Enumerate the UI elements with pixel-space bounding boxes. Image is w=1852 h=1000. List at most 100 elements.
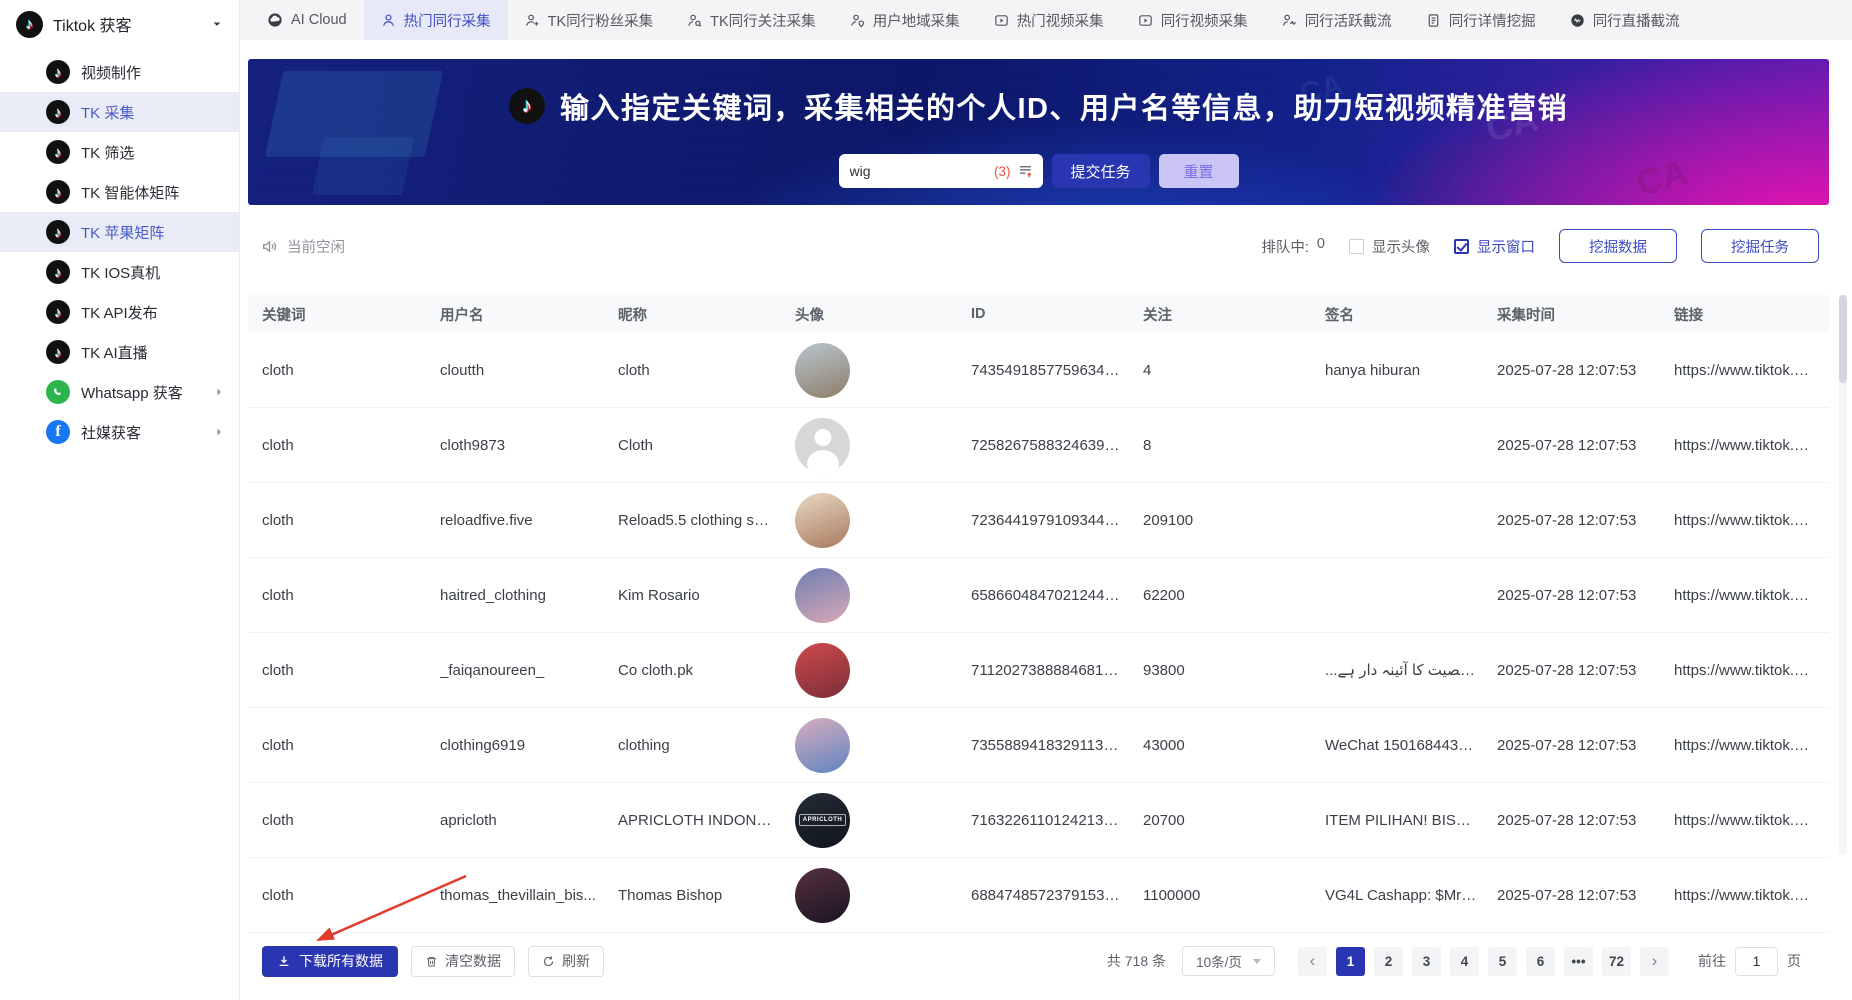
profile-link[interactable]: https://www.tiktok.com... [1674, 512, 1829, 529]
main-content: CA CA CA ♪ 输入指定关键词，采集相关的个人ID、用户名等信息，助力短视… [240, 40, 1852, 1000]
nav-tab[interactable]: 热门视频采集 [977, 0, 1121, 40]
page-button[interactable]: ••• [1564, 946, 1593, 976]
sidebar-item[interactable]: ♪ TK API发布 [0, 292, 239, 332]
sidebar-header[interactable]: ♪ Tiktok 获客 [0, 0, 239, 48]
chevron-down-icon [1252, 958, 1261, 964]
cell-collect-time: 2025-07-28 12:07:53 [1497, 436, 1637, 454]
sidebar-item[interactable]: ♪ TK 采集 [0, 92, 239, 132]
sidebar-item[interactable]: ♪ TK AI直播 [0, 332, 239, 372]
sidebar-item[interactable]: ♪ TK 智能体矩阵 [0, 172, 239, 212]
nav-tab-label: TK同行粉丝采集 [547, 13, 654, 30]
tiktok-icon: ♪ [16, 10, 43, 38]
nav-tab-label: 同行活跃截流 [1304, 13, 1392, 30]
table-row[interactable]: cloth apricloth APRICLOTH INDONE... APRI… [248, 783, 1829, 858]
show-window-checkbox-wrap[interactable]: 显示窗口 [1454, 236, 1535, 257]
tiktok-icon: ♪ [46, 180, 70, 204]
cell-id: 7258267588324639745 [971, 436, 1130, 454]
profile-link[interactable]: https://www.tiktok.com... [1674, 737, 1829, 754]
show-window-checkbox[interactable] [1454, 238, 1469, 254]
nav-tab[interactable]: 同行详情挖掘 [1409, 0, 1553, 40]
cell-avatar [795, 717, 971, 773]
page-button[interactable]: 1 [1336, 946, 1365, 976]
nav-tab[interactable]: 同行活跃截流 [1265, 0, 1409, 40]
table-row[interactable]: cloth cloutth cloth 7435491857759634450 … [248, 333, 1829, 408]
import-icon[interactable] [1017, 163, 1034, 180]
cell-signature: ...سانی شخصیت کا آئینہ دار ہے [1325, 662, 1497, 679]
avatar [795, 492, 850, 548]
cell-id: 7355889418329113642 [971, 736, 1129, 754]
show-avatar-checkbox-wrap[interactable]: 显示头像 [1349, 236, 1430, 257]
show-avatar-checkbox[interactable] [1349, 238, 1364, 254]
table-row[interactable]: cloth reloadfive.five Reload5.5 clothing… [248, 483, 1829, 558]
table-row[interactable]: cloth thomas_thevillain_bis... Thomas Bi… [248, 858, 1829, 933]
cell-nickname: Thomas Bishop [618, 886, 723, 904]
sidebar-item[interactable]: f 社媒获客 [0, 412, 239, 452]
table-row[interactable]: cloth haitred_clothing Kim Rosario 65866… [248, 558, 1829, 633]
profile-link[interactable]: https://www.tiktok.com... [1674, 887, 1829, 904]
nav-tab[interactable]: 用户地域采集 [833, 0, 977, 40]
show-avatar-label: 显示头像 [1372, 239, 1430, 256]
table-row[interactable]: cloth cloth9873 Cloth 725826758832463974… [248, 408, 1829, 483]
cell-nickname: APRICLOTH INDONE... [618, 811, 779, 829]
page-button[interactable]: 6 [1526, 946, 1555, 976]
nav-tab-label: TK同行关注采集 [710, 13, 816, 30]
mine-task-button[interactable]: 挖掘任务 [1701, 229, 1819, 263]
nav-tab-label: 用户地域采集 [872, 13, 960, 30]
tiktok-icon: ♪ [46, 140, 70, 164]
page-button[interactable]: 72 [1602, 946, 1631, 976]
sidebar-item[interactable]: ♪ TK 苹果矩阵 [0, 212, 239, 252]
live-icon [1570, 13, 1585, 28]
next-page-button[interactable]: › [1640, 946, 1669, 976]
sidebar-item[interactable]: ♪ 视频制作 [0, 52, 239, 92]
sidebar-item[interactable]: ♪ TK 筛选 [0, 132, 239, 172]
clear-data-button[interactable]: 清空数据 [411, 945, 515, 977]
page-button[interactable]: 3 [1412, 946, 1441, 976]
app-title: Tiktok 获客 [53, 18, 132, 35]
submit-task-button[interactable]: 提交任务 [1051, 154, 1150, 188]
page-button[interactable]: 2 [1374, 946, 1403, 976]
table-scrollbar[interactable] [1839, 295, 1847, 855]
profile-link[interactable]: https://www.tiktok.com... [1674, 812, 1829, 829]
cell-nickname: Kim Rosario [618, 586, 700, 604]
page-button[interactable]: 4 [1450, 946, 1479, 976]
sidebar-item-label: TK 智能体矩阵 [81, 184, 180, 202]
table-row[interactable]: cloth clothing6919 clothing 735588941832… [248, 708, 1829, 783]
mine-data-button[interactable]: 挖掘数据 [1559, 229, 1677, 263]
caret-right-icon [213, 386, 225, 398]
profile-link[interactable]: https://www.tiktok.com... [1674, 362, 1829, 379]
page-button[interactable]: 5 [1488, 946, 1517, 976]
refresh-button[interactable]: 刷新 [528, 945, 604, 977]
reset-button[interactable]: 重置 [1158, 154, 1239, 188]
status-bar: 当前空闲 排队中: 0 显示头像 显示窗口 挖掘数据 挖掘任务 [248, 221, 1829, 271]
profile-link[interactable]: https://www.tiktok.com... [1674, 437, 1829, 454]
keyword-count-badge: (3) [994, 163, 1011, 179]
download-all-label: 下载所有数据 [299, 953, 383, 969]
top-navigation: AI Cloud 热门同行采集 TK同行粉丝采集 TK同行关注采集 用户地域采集… [240, 0, 1852, 40]
goto-page-input[interactable] [1735, 946, 1778, 976]
sidebar-item[interactable]: Whatsapp 获客 [0, 372, 239, 412]
keyword-input[interactable] [849, 163, 988, 179]
column-header: 采集时间 [1497, 307, 1555, 324]
hero-title: 输入指定关键词，采集相关的个人ID、用户名等信息，助力短视频精准营销 [559, 93, 1568, 125]
nav-tab[interactable]: 同行视频采集 [1121, 0, 1265, 40]
nav-tab[interactable]: AI Cloud [250, 0, 364, 40]
cell-signature: hanya hiburan [1325, 361, 1421, 379]
nav-tab[interactable]: 同行直播截流 [1553, 0, 1697, 40]
tiktok-icon: ♪ [46, 300, 70, 324]
table-row[interactable]: cloth _faiqanoureen_ Co cloth.pk 7112027… [248, 633, 1829, 708]
profile-link[interactable]: https://www.tiktok.com... [1674, 662, 1829, 679]
whatsapp-icon [46, 380, 70, 404]
prev-page-button[interactable]: ‹ [1298, 946, 1327, 976]
profile-link[interactable]: https://www.tiktok.com... [1674, 587, 1829, 604]
scrollbar-thumb[interactable] [1839, 295, 1847, 383]
chevron-down-icon[interactable] [211, 18, 223, 30]
page-size-select[interactable]: 10条/页 [1182, 946, 1275, 976]
cell-keyword: cloth [262, 661, 294, 679]
nav-tab[interactable]: TK同行关注采集 [670, 0, 833, 40]
cell-avatar [795, 417, 971, 473]
nav-tab[interactable]: 热门同行采集 [363, 0, 508, 40]
nav-tab[interactable]: TK同行粉丝采集 [508, 0, 671, 40]
sidebar-item[interactable]: ♪ TK IOS真机 [0, 252, 239, 292]
download-all-button[interactable]: 下载所有数据 [262, 945, 398, 977]
cell-keyword: cloth [262, 586, 294, 604]
